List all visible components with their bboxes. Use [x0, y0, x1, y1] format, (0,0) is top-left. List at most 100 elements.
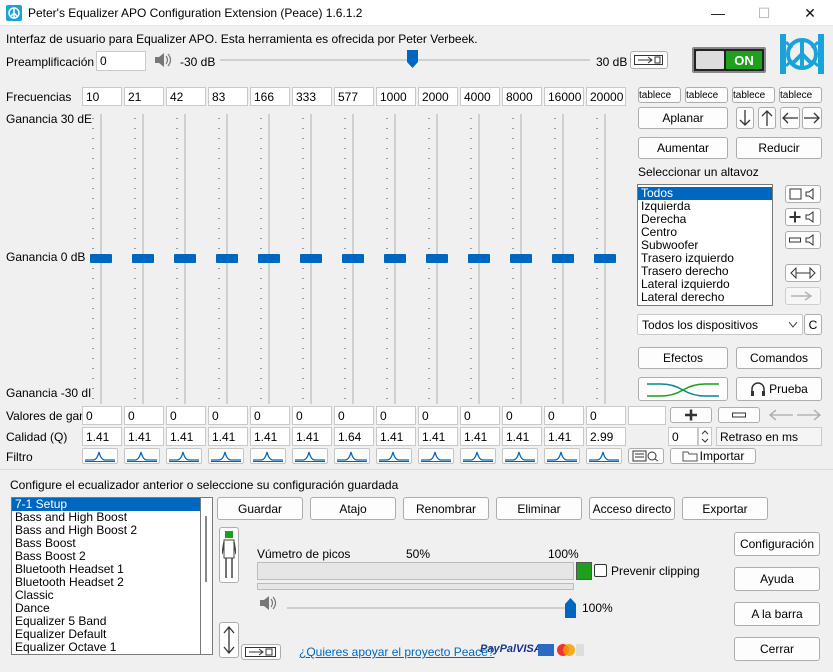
frequency-input[interactable]: 8000 [502, 87, 542, 106]
filter-type-button[interactable] [124, 448, 160, 464]
filter-type-button[interactable] [460, 448, 496, 464]
filter-type-button[interactable] [544, 448, 580, 464]
frequency-input[interactable]: 2000 [418, 87, 458, 106]
frequency-input[interactable]: 20000 [586, 87, 626, 106]
quality-input[interactable]: 1.41 [82, 427, 122, 446]
quality-input[interactable]: 1.41 [124, 427, 164, 446]
table-button[interactable]: tablece [779, 87, 822, 103]
volume-slider-track[interactable] [287, 607, 573, 609]
commands-button[interactable]: Comandos [736, 347, 822, 369]
configuration-button[interactable]: Configuración [734, 532, 820, 556]
decrease-button[interactable]: Reducir [736, 137, 822, 159]
help-button[interactable]: Ayuda [734, 567, 820, 591]
config-list-item[interactable]: Equalizer Octave 1 [12, 641, 200, 654]
quality-input[interactable]: 1.41 [544, 427, 584, 446]
gain-value-input[interactable]: 0 [418, 406, 458, 425]
maximize-button[interactable]: ☐ [741, 0, 787, 26]
band-slider-thumb[interactable] [342, 254, 364, 263]
quality-input[interactable]: 1.64 [334, 427, 374, 446]
filter-type-button[interactable] [334, 448, 370, 464]
gain-value-input[interactable]: 0 [460, 406, 500, 425]
left-arrow-button[interactable] [780, 107, 800, 129]
right-arrow-button[interactable] [802, 107, 822, 129]
filter-type-button[interactable] [418, 448, 454, 464]
volume-icon[interactable] [258, 594, 280, 612]
band-slider-thumb[interactable] [552, 254, 574, 263]
frequency-input[interactable]: 166 [250, 87, 290, 106]
shortcut-button[interactable]: Atajo [310, 497, 396, 520]
frequency-input[interactable]: 4000 [460, 87, 500, 106]
gain-value-input[interactable]: 0 [82, 406, 122, 425]
band-slider-thumb[interactable] [258, 254, 280, 263]
frequency-input[interactable]: 577 [334, 87, 374, 106]
curve-button[interactable] [638, 377, 728, 401]
speaker-add-button[interactable] [785, 208, 821, 226]
frequency-input[interactable]: 42 [166, 87, 206, 106]
gain-value-input[interactable]: 0 [586, 406, 626, 425]
band-left-icon[interactable] [768, 409, 794, 421]
prevent-clipping-checkbox[interactable] [594, 564, 607, 577]
quality-input[interactable]: 1.41 [376, 427, 416, 446]
band-right-icon[interactable] [796, 409, 822, 421]
gain-value-input[interactable]: 0 [250, 406, 290, 425]
frequency-input[interactable]: 10 [82, 87, 122, 106]
gain-value-input[interactable]: 0 [124, 406, 164, 425]
close-app-button[interactable]: Cerrar [734, 637, 820, 661]
frequency-input[interactable]: 21 [124, 87, 164, 106]
power-toggle[interactable]: ON [692, 47, 766, 73]
preamp-slider-track[interactable] [220, 59, 590, 61]
quality-input[interactable]: 1.41 [166, 427, 206, 446]
filter-type-button[interactable] [376, 448, 412, 464]
quality-input[interactable]: 2.99 [586, 427, 626, 446]
speaker-copy-button[interactable] [785, 287, 821, 305]
quality-input[interactable]: 1.41 [208, 427, 248, 446]
filter-type-button[interactable] [586, 448, 622, 464]
band-slider-thumb[interactable] [132, 254, 154, 263]
quality-input[interactable]: 1.41 [502, 427, 542, 446]
filter-type-button[interactable] [502, 448, 538, 464]
volume-slider-thumb[interactable] [564, 598, 576, 618]
save-button[interactable]: Guardar [217, 497, 303, 520]
speaker-remove-button[interactable] [785, 231, 821, 249]
filter-preview-button[interactable] [628, 448, 664, 464]
flatten-button[interactable]: Aplanar [638, 107, 728, 129]
quality-input[interactable]: 1.41 [250, 427, 290, 446]
quality-input[interactable]: 1.41 [418, 427, 458, 446]
speaker-swap-button[interactable] [785, 264, 821, 282]
quality-input[interactable]: 1.41 [292, 427, 332, 446]
import-button[interactable]: Importar [670, 448, 756, 464]
to-taskbar-button[interactable]: A la barra [734, 602, 820, 626]
speaker-volume-icon[interactable] [153, 51, 175, 69]
band-slider-thumb[interactable] [426, 254, 448, 263]
increase-button[interactable]: Aumentar [638, 137, 728, 159]
support-link[interactable]: ¿Quieres apoyar el proyecto Peace? [299, 645, 494, 659]
frequency-input[interactable]: 83 [208, 87, 248, 106]
filter-type-button[interactable] [250, 448, 286, 464]
gain-value-input[interactable]: 0 [376, 406, 416, 425]
preamp-slider-thumb[interactable] [406, 50, 418, 68]
config-scroll-thumb[interactable] [205, 516, 207, 582]
band-slider-thumb[interactable] [216, 254, 238, 263]
preamp-input[interactable]: 0 [96, 51, 146, 71]
band-slider-thumb[interactable] [510, 254, 532, 263]
frequency-input[interactable]: 333 [292, 87, 332, 106]
payment-logos[interactable]: PayPal VISA [480, 642, 584, 660]
frequency-input[interactable]: 16000 [544, 87, 584, 106]
direct-access-button[interactable]: Acceso directo [589, 497, 675, 520]
band-slider-thumb[interactable] [594, 254, 616, 263]
band-slider-thumb[interactable] [300, 254, 322, 263]
test-button[interactable]: Prueba [736, 377, 822, 401]
dock-button[interactable] [241, 644, 281, 660]
band-slider-thumb[interactable] [90, 254, 112, 263]
gain-value-input[interactable]: 0 [166, 406, 206, 425]
gain-extra-input[interactable] [628, 406, 666, 425]
gain-value-input[interactable]: 0 [502, 406, 542, 425]
filter-type-button[interactable] [82, 448, 118, 464]
gain-value-input[interactable]: 0 [334, 406, 374, 425]
gain-value-input[interactable]: 0 [292, 406, 332, 425]
filter-type-button[interactable] [208, 448, 244, 464]
config-listbox[interactable]: 7-1 Setup Bass and High Boost Bass and Hig… [11, 497, 201, 655]
band-slider-thumb[interactable] [174, 254, 196, 263]
add-band-button[interactable] [670, 407, 712, 423]
filter-type-button[interactable] [166, 448, 202, 464]
